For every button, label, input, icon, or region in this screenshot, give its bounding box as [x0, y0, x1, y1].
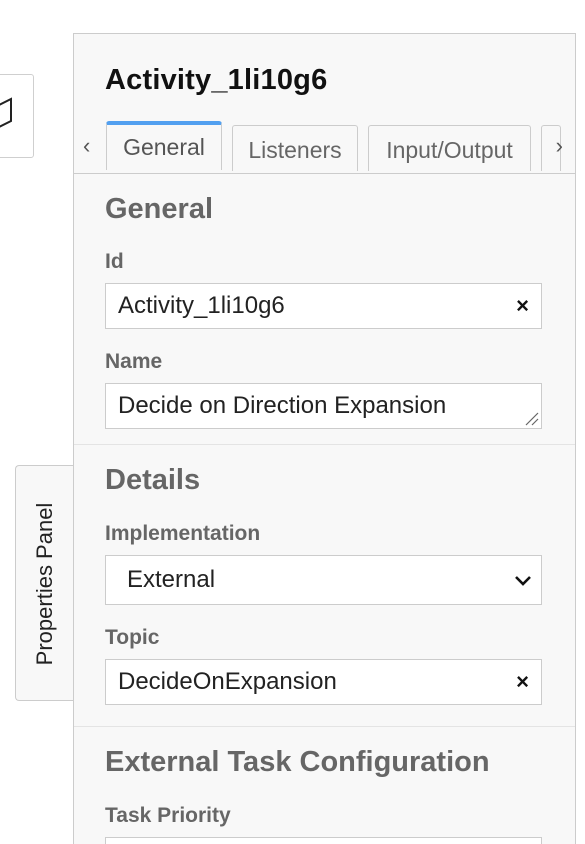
tab-label: General	[123, 134, 205, 160]
tab-listeners[interactable]: Listeners	[232, 125, 358, 171]
implementation-value: External	[127, 566, 216, 593]
external-task-section: External Task Configuration Task Priorit…	[74, 727, 575, 844]
implementation-select[interactable]: External	[105, 555, 542, 605]
tab-general[interactable]: General	[106, 121, 222, 170]
canvas-task-shape[interactable]	[0, 74, 34, 158]
task-priority-label: Task Priority	[105, 804, 231, 827]
properties-panel: Activity_1li10g6 ‹ General Listeners Inp…	[73, 33, 576, 844]
details-section: Details Implementation External Topic De…	[74, 445, 575, 727]
tab-input-output[interactable]: Input/Output	[368, 125, 531, 171]
section-title-general: General	[105, 193, 213, 225]
topic-value: DecideOnExpansion	[118, 668, 337, 695]
tabs-scroll-left-icon[interactable]: ‹	[83, 133, 90, 159]
name-value: Decide on Direction Expansion	[118, 392, 447, 419]
side-tab-label: Properties Panel	[32, 502, 57, 666]
tabs-scroll-right-icon[interactable]: ›	[556, 133, 563, 159]
implementation-label: Implementation	[105, 522, 261, 545]
tab-label: Listeners	[248, 137, 342, 163]
id-value: Activity_1li10g6	[118, 292, 285, 319]
name-field[interactable]: Decide on Direction Expansion	[105, 383, 542, 429]
topic-label: Topic	[105, 626, 160, 649]
properties-panel-toggle[interactable]: Properties Panel	[15, 465, 73, 701]
tabs-bar: ‹ General Listeners Input/Output ›	[74, 121, 575, 174]
tab-label: Input/Output	[386, 137, 513, 163]
chevron-down-icon	[515, 576, 531, 586]
task-marker-icon	[0, 97, 12, 128]
section-title-details: Details	[105, 464, 201, 496]
clear-topic-icon[interactable]: ×	[516, 660, 529, 704]
topic-field[interactable]: DecideOnExpansion ×	[105, 659, 542, 705]
panel-title: Activity_1li10g6	[105, 64, 328, 96]
name-label: Name	[105, 350, 163, 373]
section-title-external: External Task Configuration	[105, 746, 490, 778]
id-field[interactable]: Activity_1li10g6 ×	[105, 283, 542, 329]
clear-id-icon[interactable]: ×	[516, 284, 529, 328]
resize-handle-icon[interactable]	[523, 410, 539, 426]
general-section: General Id Activity_1li10g6 × Name Decid…	[74, 174, 575, 445]
id-label: Id	[105, 250, 124, 273]
